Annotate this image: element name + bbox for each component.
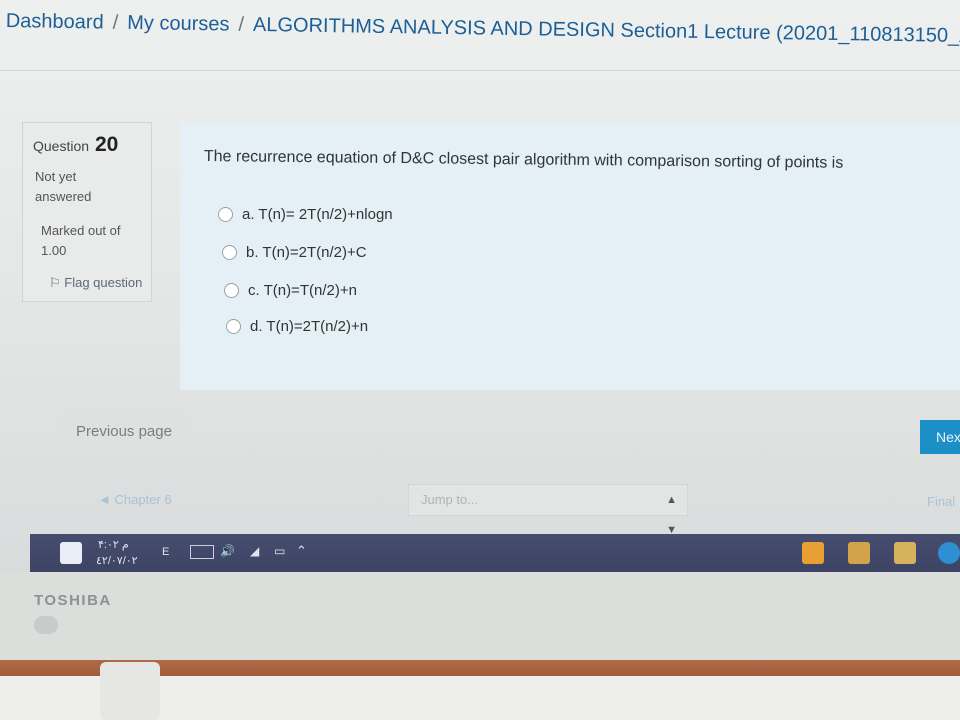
breadcrumb-separator: / — [238, 13, 245, 36]
radio-button[interactable] — [226, 319, 241, 334]
answer-label: c. T(n)=T(n/2)+n — [248, 282, 357, 299]
answer-option-b[interactable]: b. T(n)=2T(n/2)+C — [222, 244, 367, 261]
breadcrumb-course[interactable]: ALGORITHMS ANALYSIS AND DESIGN Section1 … — [253, 14, 960, 49]
flag-question-label: Flag question — [64, 275, 143, 290]
input-language[interactable]: E — [162, 546, 169, 558]
answer-label: b. T(n)=2T(n/2)+C — [246, 244, 367, 261]
notification-icon[interactable] — [60, 542, 82, 564]
chrome-icon[interactable] — [802, 542, 824, 564]
flag-question-link[interactable]: ⚐ Flag question — [49, 275, 142, 291]
answer-option-a[interactable]: a. T(n)= 2T(n/2)+nlogn — [218, 206, 393, 223]
taskbar-time[interactable]: ۴:۰۲ م — [98, 538, 129, 551]
question-info-panel: Question 20 Not yet answered Marked out … — [22, 122, 152, 302]
chevron-up-icon[interactable]: ⌃ — [296, 543, 307, 559]
wifi-icon[interactable]: ◢ — [250, 544, 259, 558]
previous-activity-link[interactable]: ◄ Chapter 6 — [98, 492, 172, 507]
next-activity-link[interactable]: Final — [927, 494, 955, 509]
question-grade: Marked out of 1.00 — [41, 223, 121, 258]
question-label: Question — [33, 138, 90, 154]
previous-page-button[interactable]: Previous page — [58, 414, 190, 450]
radio-button[interactable] — [222, 245, 237, 260]
file-explorer-icon[interactable] — [894, 542, 916, 564]
edge-icon[interactable] — [938, 542, 960, 564]
question-content: The recurrence equation of D&C closest p… — [180, 122, 960, 390]
webcam-light — [34, 616, 58, 634]
laptop-hinge — [100, 662, 160, 720]
next-page-button[interactable]: Nex — [920, 420, 960, 454]
windows-taskbar: ۴:۰۲ م ٤٢/٠٧/٠٢ E 🔊 ◢ ▭ ⌃ — [30, 534, 960, 572]
question-state: Not yet answered — [35, 169, 92, 204]
radio-button[interactable] — [218, 207, 233, 222]
store-icon[interactable] — [848, 542, 870, 564]
breadcrumb-separator: / — [112, 11, 119, 34]
question-text: The recurrence equation of D&C closest p… — [203, 148, 844, 172]
answer-option-c[interactable]: c. T(n)=T(n/2)+n — [224, 282, 357, 299]
jump-to-value: Jump to... — [421, 492, 479, 507]
breadcrumb-my-courses[interactable]: My courses — [127, 12, 230, 36]
laptop-brand-logo: TOSHIBA — [34, 592, 112, 609]
radio-button[interactable] — [224, 283, 239, 298]
volume-icon[interactable]: 🔊 — [220, 544, 235, 558]
flag-icon: ⚐ — [49, 275, 61, 290]
keyboard-icon[interactable] — [190, 545, 214, 559]
battery-icon[interactable]: ▭ — [274, 544, 285, 558]
answer-option-d[interactable]: d. T(n)=2T(n/2)+n — [226, 318, 368, 335]
answer-label: d. T(n)=2T(n/2)+n — [250, 318, 369, 335]
question-number: Question 20 — [33, 133, 118, 157]
jump-to-select[interactable]: Jump to... ▲ ▼ — [408, 484, 688, 536]
breadcrumb-dashboard[interactable]: Dashboard — [6, 10, 104, 34]
question-number-value: 20 — [94, 133, 119, 156]
answer-label: a. T(n)= 2T(n/2)+nlogn — [242, 206, 393, 223]
header-divider — [0, 70, 960, 71]
breadcrumb: Dashboard / My courses / ALGORITHMS ANALYSIS… — [5, 10, 960, 59]
browser-screen: Dashboard / My courses / ALGORITHMS ANALYSIS… — [0, 0, 960, 572]
taskbar-date[interactable]: ٤٢/٠٧/٠٢ — [96, 554, 138, 567]
